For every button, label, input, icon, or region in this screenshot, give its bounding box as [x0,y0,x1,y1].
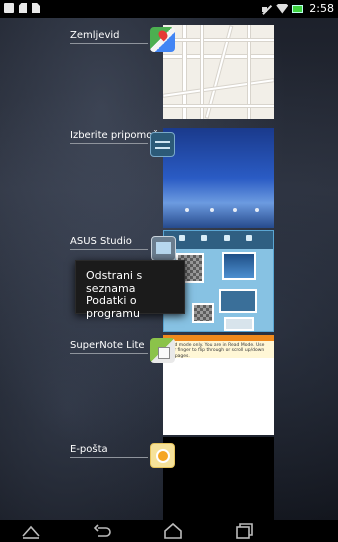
read-mode-note: Read mode only. You are in Read Mode. Us… [163,341,274,359]
widget-picker-icon [150,132,175,157]
status-bar: 2:58 [0,0,338,18]
context-menu: Odstrani s seznama Podatki o programu [75,260,185,320]
app-thumbnail[interactable] [163,437,274,520]
app-thumbnail[interactable] [163,25,274,119]
document-icon [32,3,40,13]
remove-from-list-menu-item[interactable]: Odstrani s seznama [86,269,184,295]
asus-studio-icon [151,236,176,261]
back-icon[interactable] [90,522,114,540]
supernote-icon [150,338,175,363]
mute-icon [262,4,272,14]
app-label: SuperNote Lite [70,340,145,351]
recent-apps-screen: 2:58 Zemljevid Izberite pripomoček ASUS … [0,0,338,542]
divider [70,143,148,144]
home-icon[interactable] [161,522,185,540]
sd-card-icon [19,3,27,13]
clock-time: 2:58 [309,2,334,15]
app-label: ASUS Studio [70,236,132,247]
divider [70,353,148,354]
app-thumbnail[interactable] [163,128,274,228]
menu-icon[interactable] [19,522,43,540]
navigation-bar [0,520,338,542]
wifi-icon [276,3,289,14]
divider [70,457,148,458]
image-icon [4,3,14,13]
battery-icon [292,4,304,13]
app-label: Zemljevid [70,30,120,41]
app-label: E-pošta [70,444,108,455]
divider [70,43,148,44]
app-thumbnail[interactable]: Read mode only. You are in Read Mode. Us… [163,335,274,435]
email-icon [150,443,175,468]
app-info-menu-item[interactable]: Podatki o programu [86,294,184,320]
divider [70,249,148,250]
recent-apps-icon[interactable] [232,522,256,540]
maps-icon [150,27,175,52]
